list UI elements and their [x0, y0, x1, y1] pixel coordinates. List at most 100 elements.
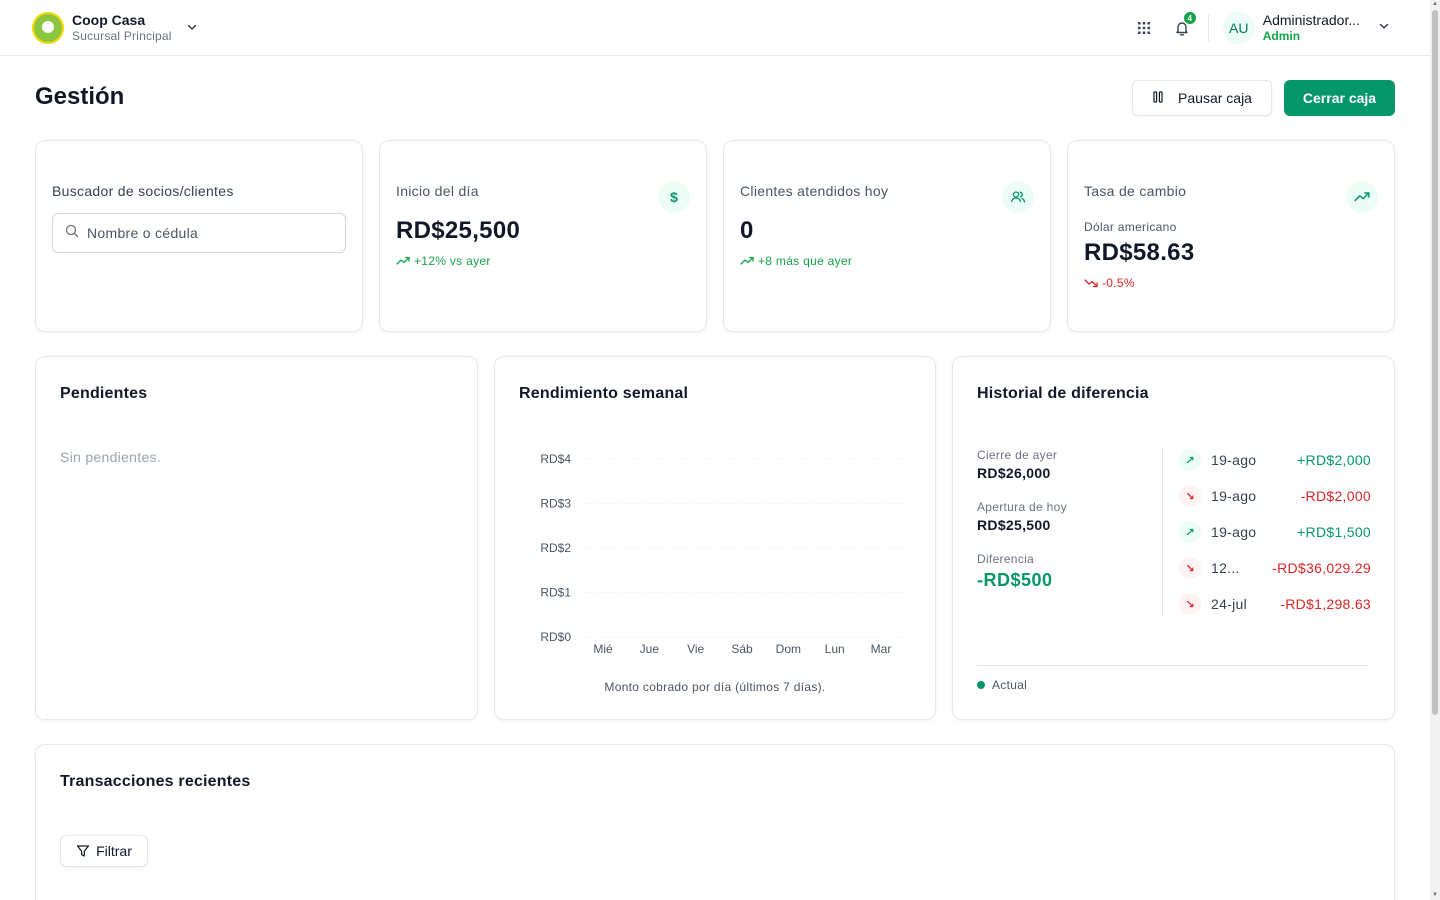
page-title: Gestión — [35, 83, 125, 110]
avatar: AU — [1222, 12, 1255, 44]
scroll-thumb[interactable] — [1432, 10, 1438, 715]
legend-divider — [977, 665, 1369, 666]
tasa-trend: -0.5% — [1084, 276, 1135, 290]
users-icon — [1002, 181, 1034, 213]
clientes-value: 0 — [740, 217, 754, 244]
arrow-down-right-icon: ↘ — [1179, 485, 1201, 507]
cierre-label: Cierre de ayer — [977, 448, 1058, 462]
header-divider — [1207, 14, 1209, 42]
coop-logo — [32, 12, 64, 44]
search-field[interactable] — [52, 213, 346, 253]
y-tick-label: RD$1 — [540, 586, 571, 600]
history-amount: -RD$36,029.29 — [1272, 560, 1371, 576]
branch-switcher[interactable]: Coop Casa Sucursal Principal — [32, 12, 198, 44]
header-actions: 4 AU Administrador... Admin — [1132, 10, 1390, 46]
history-row: ↘ 19-ago -RD$2,000 — [1179, 482, 1371, 510]
trending-up-icon — [1346, 181, 1378, 213]
brand-name: Coop Casa — [72, 12, 146, 28]
x-tick-label: Lun — [825, 642, 845, 656]
pause-register-button[interactable]: Pausar caja — [1132, 80, 1272, 116]
history-row: ↗ 19-ago +RD$2,000 — [1179, 446, 1371, 474]
arrow-down-right-icon: ↘ — [1179, 593, 1201, 615]
legend-label: Actual — [992, 678, 1028, 692]
historial-card: Historial de diferencia Cierre de ayer R… — [952, 356, 1395, 720]
page-scrollbar[interactable]: ▲ ▼ — [1430, 0, 1440, 900]
tasa-card: Tasa de cambio Dólar americano RD$58.63 … — [1067, 140, 1395, 332]
history-amount: +RD$1,500 — [1297, 524, 1371, 540]
inicio-label: Inicio del día — [396, 183, 479, 199]
chart-caption: Monto cobrado por día (últimos 7 días). — [604, 680, 826, 694]
history-date: 19-ago — [1211, 488, 1257, 504]
search-input[interactable] — [87, 225, 327, 241]
clientes-label: Clientes atendidos hoy — [740, 183, 889, 199]
user-role: Admin — [1262, 29, 1301, 43]
chevron-down-icon[interactable] — [1378, 19, 1390, 37]
pendientes-empty: Sin pendientes. — [60, 449, 162, 465]
x-tick-label: Jue — [640, 642, 660, 656]
apertura-label: Apertura de hoy — [977, 500, 1067, 514]
y-tick-label: RD$0 — [540, 630, 571, 644]
arrow-up-right-icon: ↗ — [1179, 449, 1201, 471]
y-tick-label: RD$3 — [540, 497, 571, 511]
history-amount: +RD$2,000 — [1297, 452, 1371, 468]
x-tick-label: Vie — [687, 642, 704, 656]
inicio-value: RD$25,500 — [396, 217, 521, 244]
inicio-trend-text: +12% vs ayer — [414, 254, 491, 268]
search-icon — [65, 224, 79, 243]
transacciones-card: Transacciones recientes Filtrar — [35, 744, 1395, 900]
x-tick-label: Sáb — [731, 642, 753, 656]
inicio-card: Inicio del día $ RD$25,500 +12% vs ayer — [379, 140, 707, 332]
historial-title: Historial de diferencia — [977, 385, 1149, 402]
user-menu[interactable]: AU Administrador... Admin — [1222, 12, 1390, 44]
dollar-icon: $ — [658, 181, 690, 213]
trending-up-icon — [396, 256, 410, 265]
diferencia-label: Diferencia — [977, 552, 1035, 566]
bell-icon[interactable]: 4 — [1170, 12, 1196, 40]
x-tick-label: Dom — [776, 642, 801, 656]
history-amount: -RD$1,298.63 — [1280, 596, 1371, 612]
scroll-down-icon[interactable]: ▼ — [1432, 891, 1438, 899]
history-row: ↘ 24-jul -RD$1,298.63 — [1179, 590, 1371, 618]
brand-text: Coop Casa Sucursal Principal — [72, 12, 172, 44]
x-tick-label: Mar — [871, 642, 892, 656]
legend-dot — [977, 681, 985, 689]
arrow-down-right-icon: ↘ — [1179, 557, 1201, 579]
tasa-label: Tasa de cambio — [1084, 183, 1187, 199]
y-tick-label: RD$2 — [540, 541, 571, 555]
weekly-chart: RD$0 RD$1 RD$2 RD$3 RD$4 Mié Jue Vie Sáb Dom Lun Ma… — [540, 452, 907, 656]
search-card-title: Buscador de socios/clientes — [52, 183, 234, 199]
notification-badge: 4 — [1183, 12, 1196, 24]
filter-icon — [77, 845, 90, 857]
history-amount: -RD$2,000 — [1300, 488, 1371, 504]
scroll-up-icon[interactable]: ▲ — [1432, 0, 1438, 8]
apertura-value: RD$25,500 — [977, 517, 1051, 533]
chevron-down-icon[interactable] — [186, 21, 198, 36]
top-bar: Coop Casa Sucursal Principal 4 AU Admini… — [0, 0, 1430, 56]
filter-label: Filtrar — [96, 843, 132, 859]
pendientes-title: Pendientes — [60, 385, 148, 402]
historial-divider — [1162, 447, 1163, 617]
tasa-trend-text: -0.5% — [1102, 276, 1135, 290]
history-date: 19-ago — [1211, 452, 1257, 468]
rendimiento-card: Rendimiento semanal RD$0 RD$1 RD$2 RD$3 RD$4… — [494, 356, 936, 720]
tasa-value: RD$58.63 — [1084, 239, 1195, 266]
clientes-trend-text: +8 más que ayer — [758, 254, 853, 268]
apps-grid-icon[interactable] — [1132, 16, 1156, 40]
inicio-trend: +12% vs ayer — [396, 254, 491, 268]
history-date: 12... — [1211, 560, 1240, 576]
cierre-value: RD$26,000 — [977, 465, 1051, 481]
history-row: ↘ 12... -RD$36,029.29 — [1179, 554, 1371, 582]
chart-legend: Actual — [977, 678, 1027, 692]
clientes-trend: +8 más que ayer — [740, 254, 852, 268]
history-row: ↗ 19-ago +RD$1,500 — [1179, 518, 1371, 546]
close-register-button[interactable]: Cerrar caja — [1284, 80, 1395, 116]
x-tick-label: Mié — [593, 642, 613, 656]
filter-button[interactable]: Filtrar — [60, 835, 148, 867]
history-date: 19-ago — [1211, 524, 1257, 540]
pendientes-card: Pendientes Sin pendientes. — [35, 356, 478, 720]
arrow-up-right-icon: ↗ — [1179, 521, 1201, 543]
history-date: 24-jul — [1211, 596, 1248, 612]
trending-down-icon — [1084, 279, 1098, 288]
branch-name: Sucursal Principal — [72, 29, 172, 43]
pause-register-label: Pausar caja — [1178, 90, 1252, 106]
